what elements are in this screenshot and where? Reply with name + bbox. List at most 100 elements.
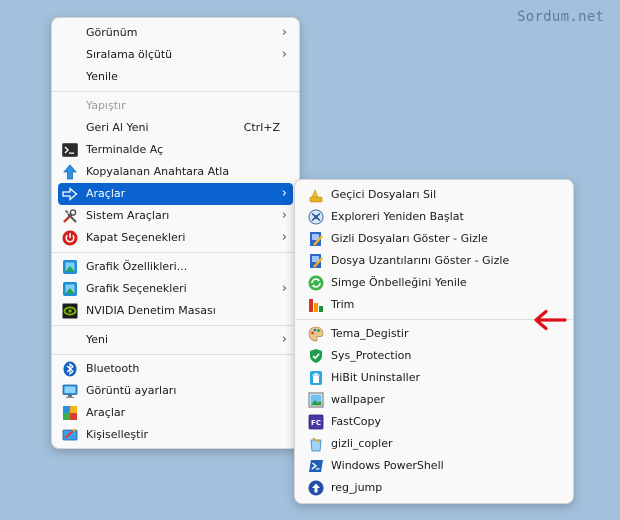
palette-icon: [308, 326, 324, 342]
menu-item-shutdown-options[interactable]: Kapat Seçenekleri ›: [58, 227, 293, 249]
control-panel-icon: [62, 405, 78, 421]
menu-item-label: Yeni: [86, 333, 109, 346]
personalize-icon: [62, 427, 78, 443]
menu-separator: [52, 252, 299, 253]
menu-item-label: FastCopy: [331, 415, 382, 428]
chevron-right-icon: ›: [281, 281, 287, 296]
menu-separator: [52, 325, 299, 326]
recycle-bin-icon: [308, 436, 324, 452]
terminal-icon: [62, 142, 78, 158]
file-extensions-icon: [308, 253, 324, 269]
menu-item-label: Sistem Araçları: [86, 209, 170, 222]
submenu-item-trim[interactable]: Trim: [301, 294, 567, 316]
submenu-item-wallpaper[interactable]: wallpaper: [301, 389, 567, 411]
menu-item-refresh[interactable]: Yenile: [58, 66, 293, 88]
watermark: Sordum.net: [517, 9, 605, 25]
menu-item-bluetooth[interactable]: Bluetooth: [58, 358, 293, 380]
menu-item-label: Geri Al Yeni: [86, 121, 149, 134]
menu-item-paste: Yapıştır: [58, 95, 293, 117]
menu-item-label: HiBit Uninstaller: [331, 371, 420, 384]
menu-separator: [52, 354, 299, 355]
submenu-item-change-theme[interactable]: Tema_Degistir: [301, 323, 567, 345]
menu-item-label: Tema_Degistir: [331, 327, 409, 340]
chevron-right-icon: ›: [281, 208, 287, 223]
menu-item-label: Dosya Uzantılarını Göster - Gizle: [331, 254, 510, 267]
menu-separator: [295, 319, 573, 320]
menu-item-undo-new[interactable]: Geri Al Yeni Ctrl+Z: [58, 117, 293, 139]
menu-item-label: Yenile: [86, 70, 118, 83]
menu-item-view[interactable]: Görünüm ›: [58, 22, 293, 44]
menu-item-label: reg_jump: [331, 481, 383, 494]
submenu-item-restart-explorer[interactable]: Exploreri Yeniden Başlat: [301, 206, 567, 228]
menu-item-nvidia-panel[interactable]: NVIDIA Denetim Masası: [58, 300, 293, 322]
reg-jump-icon: [308, 480, 324, 496]
submenu-item-refresh-icon-cache[interactable]: Simge Önbelleğini Yenile: [301, 272, 567, 294]
explorer-restart-icon: [308, 209, 324, 225]
menu-item-copy-key[interactable]: Kopyalanan Anahtara Atla: [58, 161, 293, 183]
menu-item-label: NVIDIA Denetim Masası: [86, 304, 216, 317]
menu-item-tools[interactable]: Araçlar ›: [58, 183, 293, 205]
desktop-context-menu: Görünüm › Sıralama ölçütü › Yenile Yapış…: [51, 17, 300, 449]
up-arrow-icon: [62, 164, 78, 180]
submenu-item-delete-temp[interactable]: Geçici Dosyaları Sil: [301, 184, 567, 206]
chevron-right-icon: ›: [281, 25, 287, 40]
submenu-item-hibit-uninstaller[interactable]: HiBit Uninstaller: [301, 367, 567, 389]
hidden-files-icon: [308, 231, 324, 247]
menu-item-personalize[interactable]: Kişiselleştir: [58, 424, 293, 446]
menu-item-label: Görüntü ayarları: [86, 384, 177, 397]
svg-text:FC: FC: [311, 419, 321, 427]
menu-item-label: Trim: [331, 298, 355, 311]
menu-item-label: Terminalde Aç: [86, 143, 164, 156]
submenu-item-sys-protection[interactable]: Sys_Protection: [301, 345, 567, 367]
menu-item-label: wallpaper: [331, 393, 385, 406]
refresh-icon: [308, 275, 324, 291]
menu-item-label: Geçici Dosyaları Sil: [331, 188, 437, 201]
submenu-item-reg-jump[interactable]: reg_jump: [301, 477, 567, 499]
chevron-right-icon: ›: [281, 47, 287, 62]
intel-graphics-icon: [62, 259, 78, 275]
shortcut-text: Ctrl+Z: [243, 121, 280, 134]
menu-item-label: Exploreri Yeniden Başlat: [331, 210, 464, 223]
power-icon: [62, 230, 78, 246]
chevron-right-icon: ›: [281, 186, 287, 201]
submenu-item-powershell[interactable]: Windows PowerShell: [301, 455, 567, 477]
intel-graphics-icon: [62, 281, 78, 297]
chevron-right-icon: ›: [281, 230, 287, 245]
chevron-right-icon: ›: [281, 332, 287, 347]
menu-item-tools-2[interactable]: Araçlar: [58, 402, 293, 424]
powershell-icon: [308, 458, 324, 474]
menu-item-label: Bluetooth: [86, 362, 140, 375]
menu-item-sort-by[interactable]: Sıralama ölçütü ›: [58, 44, 293, 66]
nvidia-icon: [62, 303, 78, 319]
menu-item-label: Simge Önbelleğini Yenile: [331, 276, 467, 289]
menu-item-label: Sys_Protection: [331, 349, 412, 362]
menu-separator: [52, 91, 299, 92]
tools-icon: [62, 208, 78, 224]
red-arrow-icon: [534, 309, 567, 331]
submenu-item-fastcopy[interactable]: FC FastCopy: [301, 411, 567, 433]
menu-item-graphics-options[interactable]: Grafik Seçenekleri ›: [58, 278, 293, 300]
trim-icon: [308, 297, 324, 313]
menu-item-label: Gizli Dosyaları Göster - Gizle: [331, 232, 488, 245]
menu-item-open-terminal[interactable]: Terminalde Aç: [58, 139, 293, 161]
menu-item-label: Windows PowerShell: [331, 459, 444, 472]
submenu-item-toggle-extensions[interactable]: Dosya Uzantılarını Göster - Gizle: [301, 250, 567, 272]
menu-item-graphics-properties[interactable]: Grafik Özellikleri...: [58, 256, 293, 278]
bluetooth-icon: [62, 361, 78, 377]
fastcopy-icon: FC: [308, 414, 324, 430]
menu-item-new[interactable]: Yeni ›: [58, 329, 293, 351]
menu-item-label: Sıralama ölçütü: [86, 48, 173, 61]
submenu-item-toggle-hidden-files[interactable]: Gizli Dosyaları Göster - Gizle: [301, 228, 567, 250]
menu-item-label: Grafik Özellikleri...: [86, 260, 188, 273]
menu-item-label: Araçlar: [86, 406, 126, 419]
submenu-item-gizli-copler[interactable]: gizli_copler: [301, 433, 567, 455]
menu-item-display-settings[interactable]: Görüntü ayarları: [58, 380, 293, 402]
menu-item-system-tools[interactable]: Sistem Araçları ›: [58, 205, 293, 227]
menu-item-label: Kapat Seçenekleri: [86, 231, 186, 244]
menu-item-label: Yapıştır: [86, 99, 126, 112]
picture-icon: [308, 392, 324, 408]
menu-item-label: Grafik Seçenekleri: [86, 282, 187, 295]
menu-item-label: Kopyalanan Anahtara Atla: [86, 165, 230, 178]
menu-item-label: gizli_copler: [331, 437, 393, 450]
menu-item-label: Araçlar: [86, 187, 126, 200]
